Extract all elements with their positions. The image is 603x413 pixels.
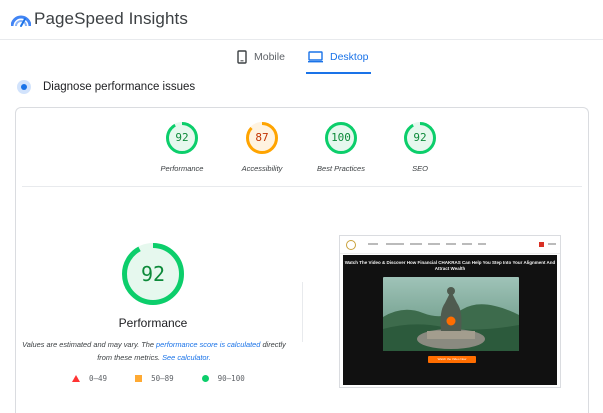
legend-item-average: 50–89 xyxy=(135,374,174,383)
app-title[interactable]: PageSpeed Insights xyxy=(34,9,188,29)
score-gauge-seo[interactable]: 92 SEO xyxy=(380,121,460,173)
preview-red-icon xyxy=(539,242,544,247)
circle-icon xyxy=(201,375,209,382)
score-gauge-accessibility[interactable]: 87 Accessibility xyxy=(222,121,302,173)
legend-item-pass: 90–100 xyxy=(201,374,245,383)
performance-description: Values are estimated and may vary. The p… xyxy=(22,338,286,364)
score-legend: 0–49 50–89 90–100 xyxy=(72,374,273,383)
preview-hero-image xyxy=(383,277,519,351)
score-gauge-best-practices[interactable]: 100 Best Practices xyxy=(301,121,381,173)
performance-label: Performance xyxy=(118,316,188,330)
diagnose-icon xyxy=(17,80,31,94)
tab-desktop-label: Desktop xyxy=(330,51,369,63)
score-label: Best Practices xyxy=(317,164,365,173)
see-calculator-link[interactable]: See calculator. xyxy=(162,353,211,362)
score-label: Accessibility xyxy=(241,164,283,173)
legend-item-fail: 0–49 xyxy=(72,374,107,383)
preview-headline: Watch The Video & Discover How Financial… xyxy=(344,260,556,271)
score-value: 87 xyxy=(255,131,269,144)
score-value: 100 xyxy=(331,131,351,144)
score-ring: 92 xyxy=(165,121,199,155)
description-text: Values are estimated and may vary. The xyxy=(22,340,157,349)
score-value: 92 xyxy=(175,131,189,144)
score-value: 92 xyxy=(413,131,427,144)
diagnose-title: Diagnose performance issues xyxy=(43,81,196,93)
score-label: SEO xyxy=(412,164,428,173)
device-tabs: Mobile Desktop xyxy=(0,42,603,74)
tab-mobile[interactable]: Mobile xyxy=(237,42,285,72)
legend-range: 50–89 xyxy=(151,374,174,383)
page-screenshot-preview[interactable]: Watch The Video & Discover How Financial… xyxy=(339,235,561,388)
pagespeed-logo-icon[interactable] xyxy=(11,12,31,28)
tab-selected-indicator xyxy=(306,72,371,74)
performance-gauge-large: 92 xyxy=(121,242,185,306)
diagnose-section-header: Diagnose performance issues xyxy=(17,80,195,94)
square-icon xyxy=(135,375,143,382)
performance-score-value: 92 xyxy=(140,262,166,286)
section-divider xyxy=(22,186,582,187)
phone-icon xyxy=(237,50,247,64)
vertical-divider xyxy=(302,282,303,342)
preview-cta-button: Watch the Video Now xyxy=(428,356,476,363)
monitor-icon xyxy=(308,51,323,63)
tab-desktop[interactable]: Desktop xyxy=(306,42,371,74)
score-calculation-link[interactable]: performance score is calculated xyxy=(156,340,260,349)
preview-nav xyxy=(340,236,560,254)
triangle-icon xyxy=(72,375,80,382)
score-label: Performance xyxy=(160,164,204,173)
score-ring: 92 xyxy=(403,121,437,155)
score-gauge-performance[interactable]: 92 Performance xyxy=(142,121,222,173)
preview-hero: Watch The Video & Discover How Financial… xyxy=(343,255,557,385)
tab-mobile-label: Mobile xyxy=(254,51,285,63)
preview-logo-icon xyxy=(346,240,356,250)
score-ring: 87 xyxy=(245,121,279,155)
preview-cta-label: Watch the Video Now xyxy=(437,357,467,361)
legend-range: 0–49 xyxy=(89,374,108,383)
legend-range: 90–100 xyxy=(217,374,245,383)
top-bar: PageSpeed Insights xyxy=(0,0,603,40)
score-ring: 100 xyxy=(324,121,358,155)
